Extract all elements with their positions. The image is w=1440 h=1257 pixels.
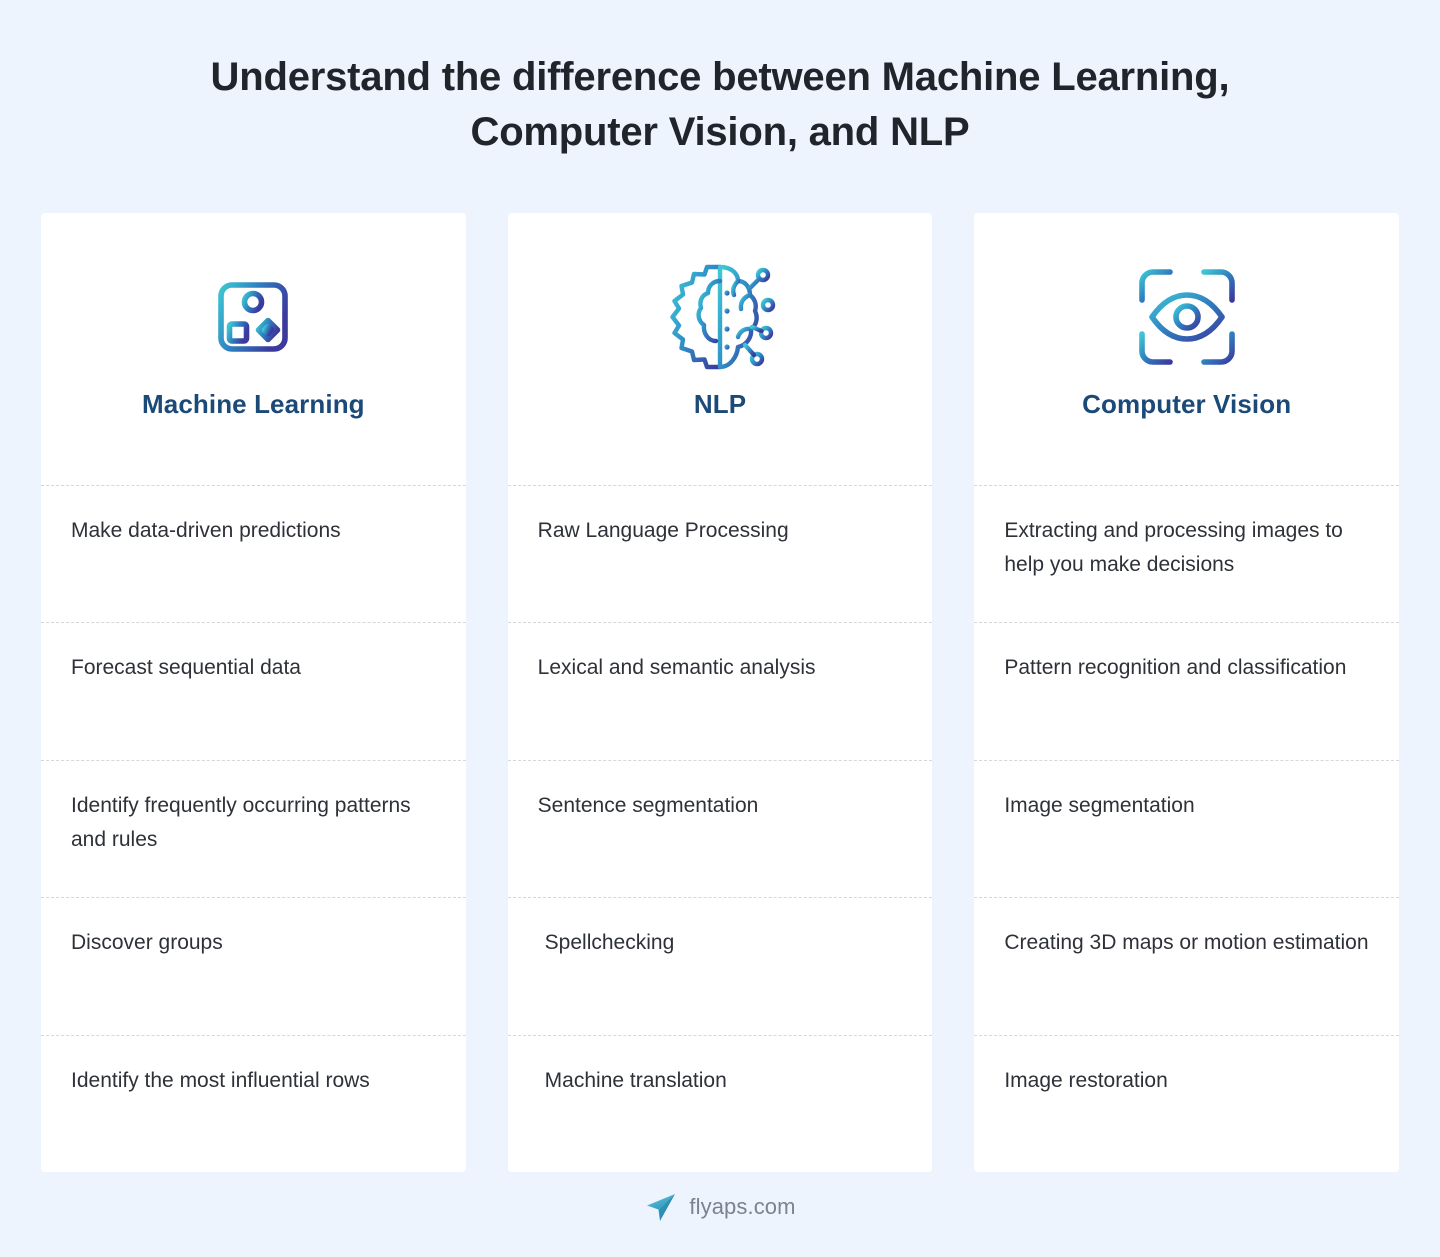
list-item: Discover groups (41, 897, 466, 1034)
cpu-chip-flowchart-icon (191, 255, 315, 379)
column-title: Machine Learning (142, 389, 365, 419)
list-item: Forecast sequential data (41, 622, 466, 759)
footer-branding: flyaps.com (0, 1190, 1440, 1224)
column-title: Computer Vision (1082, 389, 1292, 419)
list-item: Lexical and semantic analysis (507, 622, 933, 759)
list-item: Identify the most influential rows (41, 1034, 466, 1172)
list-item: Sentence segmentation (507, 759, 933, 897)
list-item: Image restoration (974, 1034, 1400, 1172)
gear-brain-icon (658, 255, 782, 379)
infographic-page: Understand the difference between Machin… (0, 0, 1440, 1257)
list-item: Creating 3D maps or motion estimation (974, 897, 1400, 1034)
column-items-machine-learning: Make data-driven predictions Forecast se… (41, 485, 466, 1172)
list-item: Extracting and processing images to help… (974, 485, 1400, 622)
column-items-nlp: Raw Language Processing Lexical and sema… (507, 485, 933, 1172)
page-title: Understand the difference between Machin… (210, 55, 1230, 155)
list-item: Pattern recognition and classification (974, 622, 1400, 759)
column-nlp: NLP Raw Language Processing Lexical and … (507, 213, 933, 1172)
eye-scan-frame-icon (1125, 255, 1249, 379)
list-item: Raw Language Processing (507, 485, 933, 622)
footer-site-name: flyaps.com (689, 1194, 796, 1219)
column-header-nlp: NLP (508, 213, 933, 485)
column-items-computer-vision: Extracting and processing images to help… (974, 485, 1400, 1172)
list-item: Make data-driven predictions (41, 485, 466, 622)
paper-plane-logo (644, 1190, 678, 1224)
column-machine-learning: Machine Learning Make data-driven predic… (41, 213, 466, 1172)
column-header-computer-vision: Computer Vision (974, 213, 1399, 485)
comparison-columns: Machine Learning Make data-driven predic… (41, 213, 1400, 1172)
column-title: NLP (693, 389, 747, 419)
list-item: Identify frequently occurring patterns a… (41, 759, 466, 897)
column-computer-vision: Computer Vision Extracting and processin… (974, 213, 1400, 1172)
list-item: Machine translation (507, 1034, 933, 1172)
list-item: Image segmentation (974, 759, 1400, 897)
column-header-machine-learning: Machine Learning (41, 213, 466, 485)
list-item: Spellchecking (507, 897, 933, 1034)
